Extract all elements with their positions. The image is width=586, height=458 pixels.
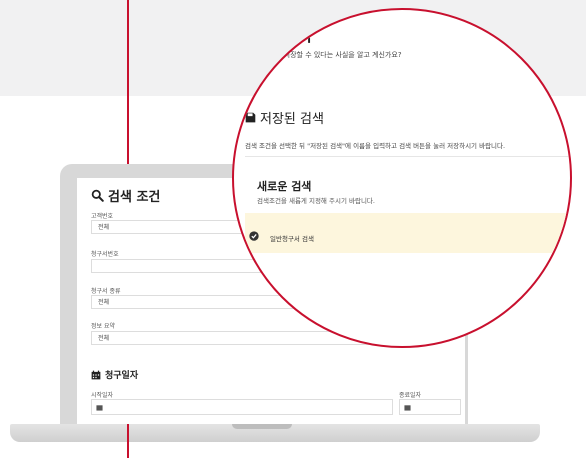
search-panel-title-text: 검색 조건: [108, 190, 161, 205]
invoice-number-label: 청구서번호: [91, 251, 119, 258]
saved-search-title-text: 저장된 검색: [260, 112, 324, 127]
billing-date-title: 청구일자: [91, 368, 138, 381]
search-icon: [91, 189, 104, 202]
magnifier-lens: 구서 검색 검색 조건을 저장할 수 있다는 사실을 알고 계신가요? 저장된 …: [232, 8, 572, 348]
customer-number-label: 고객번호: [91, 213, 114, 220]
laptop-notch: [232, 424, 292, 429]
info-summary-label: 정보 요약: [91, 323, 115, 330]
page-heading: 구서 검색: [247, 26, 312, 45]
saved-search-title: 저장된 검색: [245, 108, 324, 127]
new-search-description: 검색조건을 새롭게 지정해 주시기 바랍니다.: [257, 197, 375, 205]
end-date-label: 종료일자: [399, 392, 422, 399]
start-date-label: 시작일자: [91, 392, 114, 399]
end-date-field[interactable]: [399, 399, 461, 415]
divider: [245, 156, 570, 157]
search-panel-title: 검색 조건: [91, 186, 160, 205]
invoice-type-label: 청구서 종류: [91, 288, 121, 295]
saved-search-description: 검색 조건을 선택한 뒤 "저장된 검색"에 이름을 입력하고 검색 버튼을 눌…: [245, 142, 506, 150]
save-icon: [245, 112, 256, 123]
calendar-icon: [404, 404, 411, 411]
start-date-field[interactable]: [91, 399, 393, 415]
page-subtext: 검색 조건을 저장할 수 있다는 사실을 알고 계신가요?: [247, 51, 402, 59]
red-guide-line-top: [127, 0, 129, 172]
check-circle-icon: [249, 231, 259, 241]
calendar-icon: [96, 404, 103, 411]
new-search-title[interactable]: 새로운 검색: [257, 178, 311, 194]
calendar-icon: [91, 370, 101, 379]
red-guide-line-bottom: [127, 424, 129, 458]
saved-search-item-label[interactable]: 일반청구서 검색: [270, 233, 314, 243]
billing-date-title-text: 청구일자: [105, 371, 139, 381]
